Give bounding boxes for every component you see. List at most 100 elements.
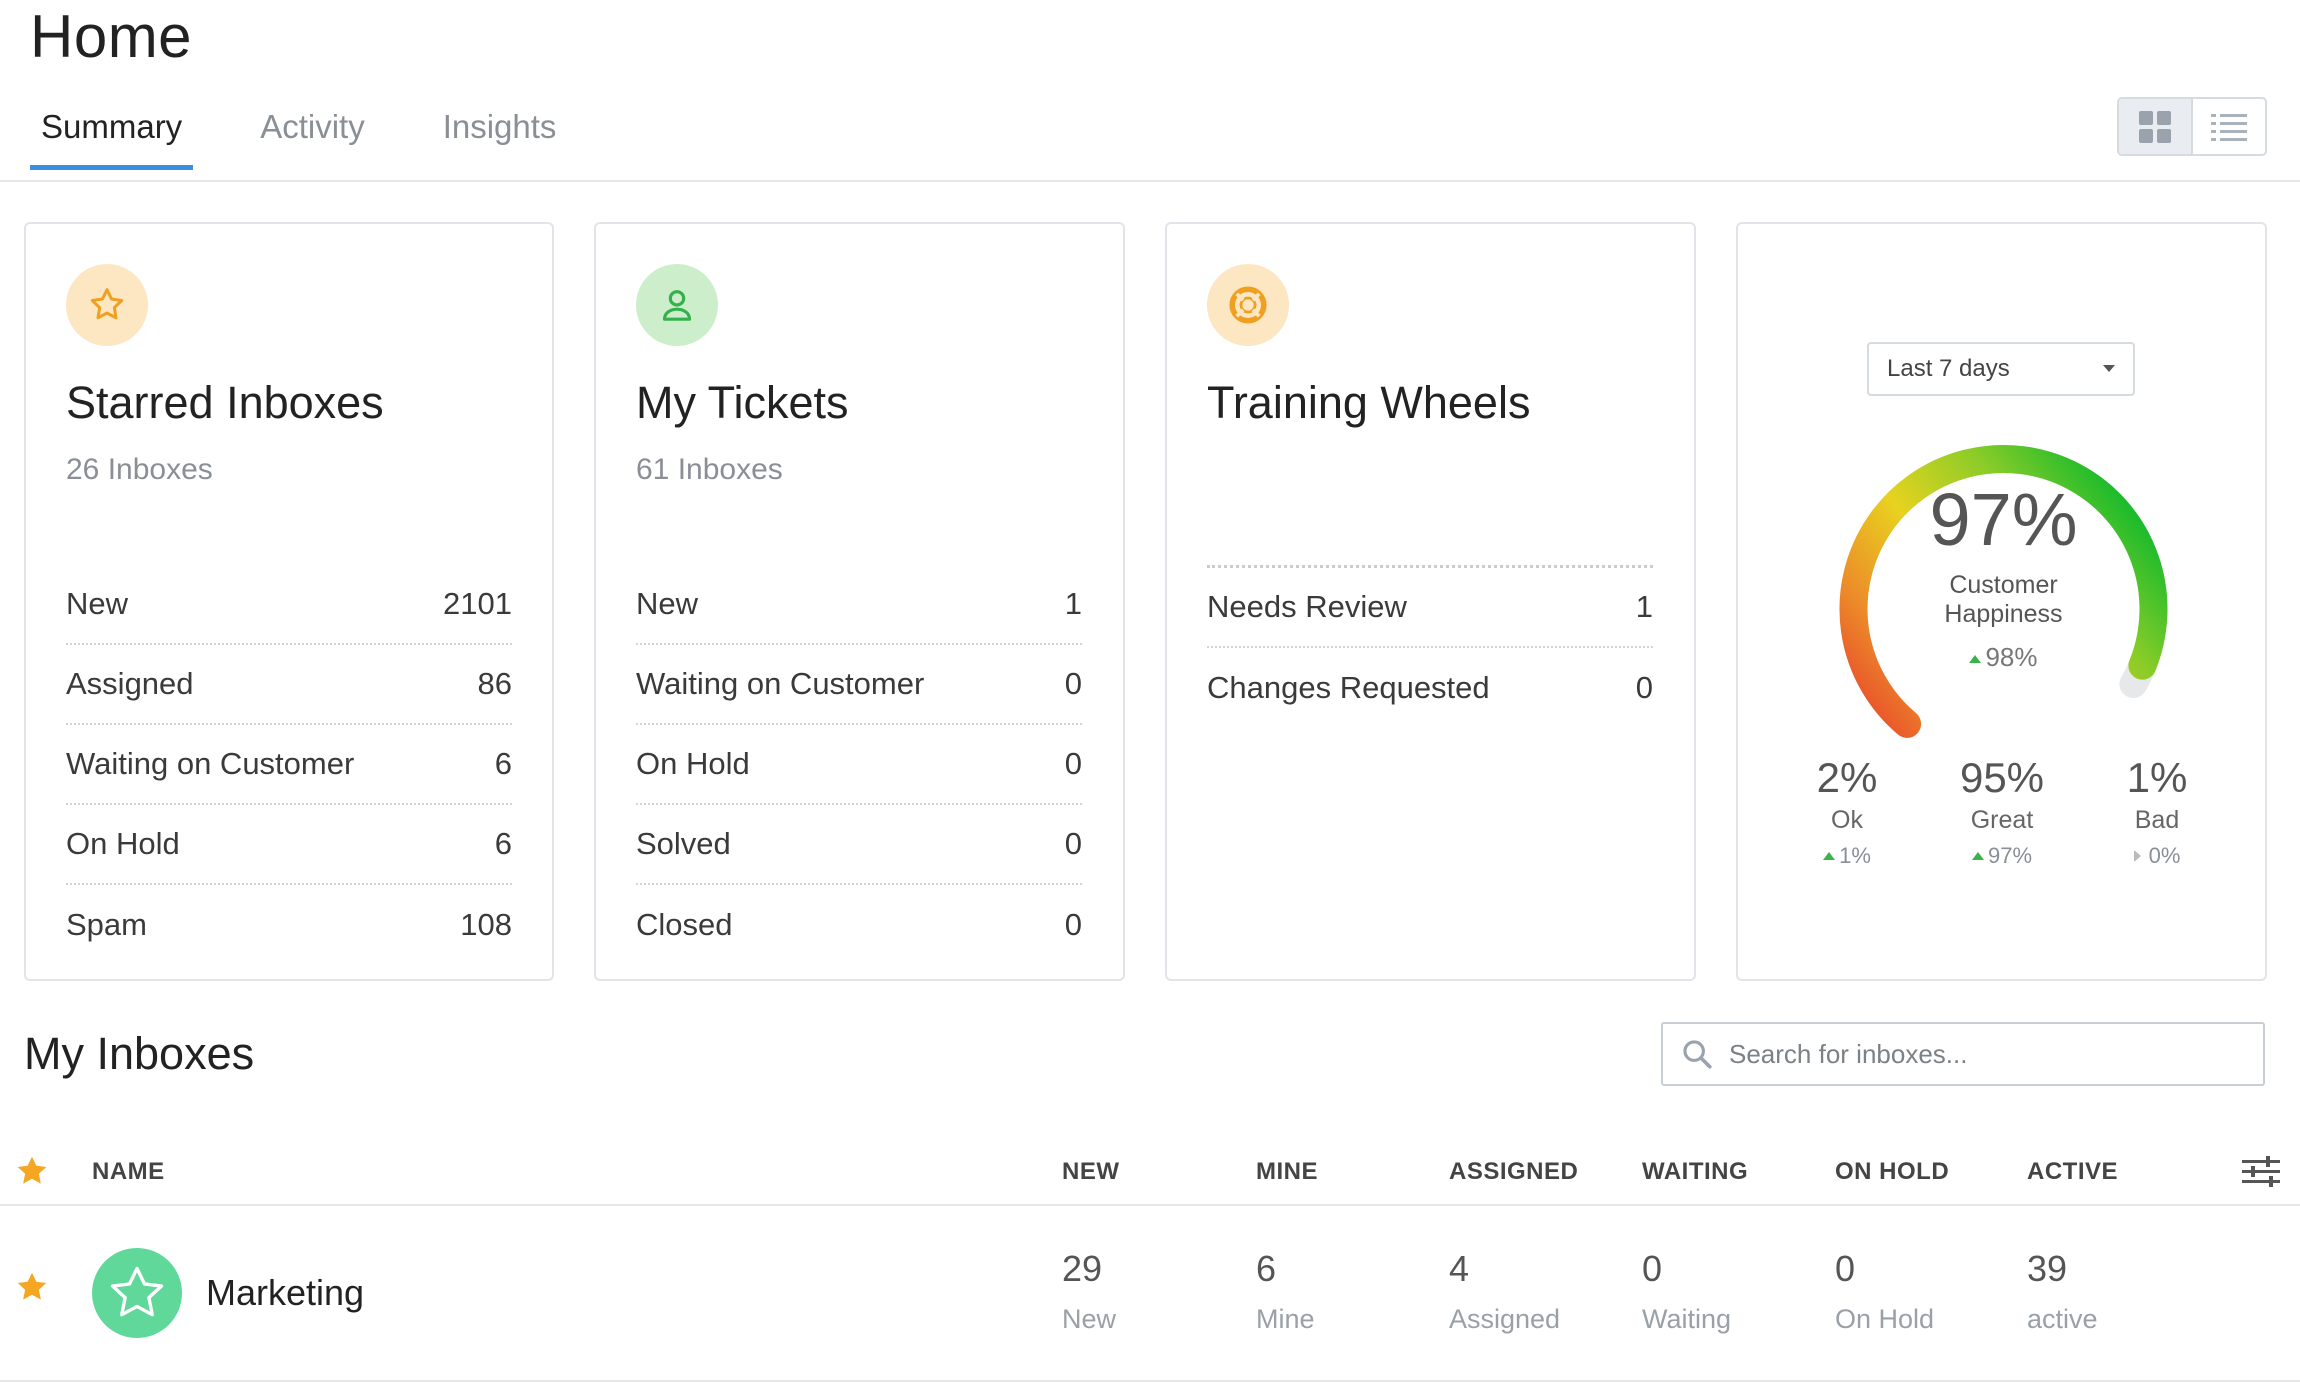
tab-bar: Summary Activity Insights — [30, 108, 623, 170]
search-input[interactable] — [1729, 1038, 2249, 1070]
cell-value: 29 — [1062, 1248, 1103, 1289]
cell-label: active — [2027, 1304, 2098, 1334]
column-header-active[interactable]: ACTIVE — [2027, 1158, 2118, 1186]
happiness-label-line2: Happiness — [1944, 600, 2063, 628]
column-header-mine[interactable]: MINE — [1256, 1158, 1318, 1186]
stat-list: New 1 Waiting on Customer 0 On Hold 0 Solve… — [636, 565, 1082, 965]
column-header-waiting[interactable]: WAITING — [1642, 1158, 1748, 1186]
rating-percent: 2% — [1816, 754, 1878, 801]
tab-summary[interactable]: Summary — [30, 108, 194, 170]
cell-value: 6 — [1256, 1248, 1277, 1289]
stat-row-waiting[interactable]: Waiting on Customer 0 — [636, 645, 1082, 725]
training-wheels-card[interactable]: Training Wheels Needs Review 1 Changes Re… — [1165, 222, 1696, 981]
search-field[interactable] — [1661, 1022, 2265, 1086]
card-icon-circle — [66, 264, 148, 346]
stat-row-on-hold[interactable]: On Hold 6 — [66, 805, 512, 885]
stat-value: 1 — [1635, 589, 1653, 624]
cell-assigned[interactable]: 4 Assigned — [1449, 1248, 1560, 1335]
stat-label: Waiting on Customer — [636, 666, 925, 701]
rating-label: Ok — [1831, 806, 1863, 834]
view-toggle — [2117, 97, 2267, 156]
list-view-button[interactable] — [2193, 99, 2265, 154]
stat-label: Changes Requested — [1207, 670, 1490, 705]
customer-happiness-card: Last 7 days 97% Customer Happiness 98% 2… — [1736, 222, 2267, 981]
my-tickets-card[interactable]: My Tickets 61 Inboxes New 1 Waiting on Cu… — [594, 222, 1125, 981]
happiness-label-line1: Customer — [1949, 571, 2058, 599]
happiness-delta-value: 98% — [1985, 642, 2038, 672]
star-filled-icon[interactable] — [14, 1269, 50, 1310]
stat-row-assigned[interactable]: Assigned 86 — [66, 645, 512, 725]
section-title: My Inboxes — [24, 1028, 255, 1079]
rating-delta: 1% — [1767, 843, 1927, 869]
stat-row-needs-review[interactable]: Needs Review 1 — [1207, 568, 1653, 648]
column-header-new[interactable]: NEW — [1062, 1158, 1120, 1186]
card-icon-circle — [636, 264, 718, 346]
column-header-name[interactable]: NAME — [92, 1158, 165, 1186]
stat-value: 0 — [1064, 666, 1082, 701]
cell-mine[interactable]: 6 Mine — [1256, 1248, 1315, 1335]
cell-label: Assigned — [1449, 1304, 1561, 1334]
card-subtitle: 61 Inboxes — [636, 453, 783, 486]
caret-down-icon — [2103, 365, 2115, 372]
stat-value: 108 — [460, 907, 512, 942]
stat-row-waiting[interactable]: Waiting on Customer 6 — [66, 725, 512, 805]
cell-waiting[interactable]: 0 Waiting — [1642, 1248, 1731, 1335]
cell-active[interactable]: 39 active — [2027, 1248, 2098, 1335]
tab-insights[interactable]: Insights — [432, 108, 568, 170]
card-icon-circle — [1207, 264, 1289, 346]
grid-view-icon — [2139, 110, 2171, 143]
grid-view-button[interactable] — [2119, 99, 2193, 154]
stat-row-new[interactable]: New 2101 — [66, 565, 512, 645]
cell-value: 0 — [1642, 1248, 1663, 1289]
date-range-value: Last 7 days — [1887, 355, 2010, 382]
stat-label: On Hold — [636, 746, 750, 781]
stat-row-on-hold[interactable]: On Hold 0 — [636, 725, 1082, 805]
table-row[interactable]: Marketing 29 New 6 Mine 4 Assigned 0 Wai… — [0, 1206, 2300, 1382]
rating-label: Great — [1970, 806, 2034, 834]
star-icon — [90, 288, 124, 320]
page-title: Home — [30, 3, 193, 70]
tab-activity[interactable]: Activity — [249, 108, 376, 170]
stat-value: 6 — [494, 826, 512, 861]
rating-delta: 97% — [1922, 843, 2082, 869]
column-header-on-hold[interactable]: ON HOLD — [1835, 1158, 1949, 1186]
stat-label: Waiting on Customer — [66, 746, 355, 781]
column-settings-icon[interactable] — [2242, 1154, 2280, 1195]
card-title: My Tickets — [636, 377, 849, 428]
stat-row-solved[interactable]: Solved 0 — [636, 805, 1082, 885]
happiness-delta: 98% — [1738, 642, 2269, 673]
stat-value: 1 — [1064, 586, 1082, 621]
rating-great: 95% Great 97% — [1922, 754, 2082, 869]
card-title: Training Wheels — [1207, 377, 1531, 428]
cell-new[interactable]: 29 New — [1062, 1248, 1116, 1335]
stat-value: 0 — [1635, 670, 1653, 705]
card-subtitle: 26 Inboxes — [66, 453, 213, 486]
stat-label: New — [66, 586, 129, 621]
stat-row-spam[interactable]: Spam 108 — [66, 885, 512, 965]
stat-value: 86 — [477, 666, 512, 701]
rating-percent: 1% — [2126, 754, 2188, 801]
stat-label: New — [636, 586, 699, 621]
stat-label: Solved — [636, 826, 731, 861]
stat-row-new[interactable]: New 1 — [636, 565, 1082, 645]
stat-value: 0 — [1064, 826, 1082, 861]
star-filled-icon[interactable] — [14, 1153, 50, 1194]
column-header-assigned[interactable]: ASSIGNED — [1449, 1158, 1578, 1186]
stat-value: 0 — [1064, 746, 1082, 781]
star-outline-icon — [110, 1266, 164, 1317]
date-range-select[interactable]: Last 7 days — [1867, 342, 2135, 396]
table-header: NAME NEW MINE ASSIGNED WAITING ON HOLD A… — [0, 1140, 2300, 1206]
starred-inboxes-card[interactable]: Starred Inboxes 26 Inboxes New 2101 Assig… — [24, 222, 554, 981]
card-title: Starred Inboxes — [66, 377, 384, 428]
stat-row-closed[interactable]: Closed 0 — [636, 885, 1082, 965]
stat-label: Assigned — [66, 666, 194, 701]
cell-on-hold[interactable]: 0 On Hold — [1835, 1248, 1934, 1335]
stat-label: On Hold — [66, 826, 180, 861]
cell-value: 0 — [1835, 1248, 1856, 1289]
inbox-name-link[interactable]: Marketing — [206, 1272, 364, 1314]
rating-percent: 95% — [1959, 754, 2045, 801]
rating-bad: 1% Bad 0% — [2077, 754, 2237, 869]
cell-value: 4 — [1449, 1248, 1470, 1289]
search-icon — [1679, 1036, 1715, 1072]
stat-row-changes-requested[interactable]: Changes Requested 0 — [1207, 648, 1653, 728]
